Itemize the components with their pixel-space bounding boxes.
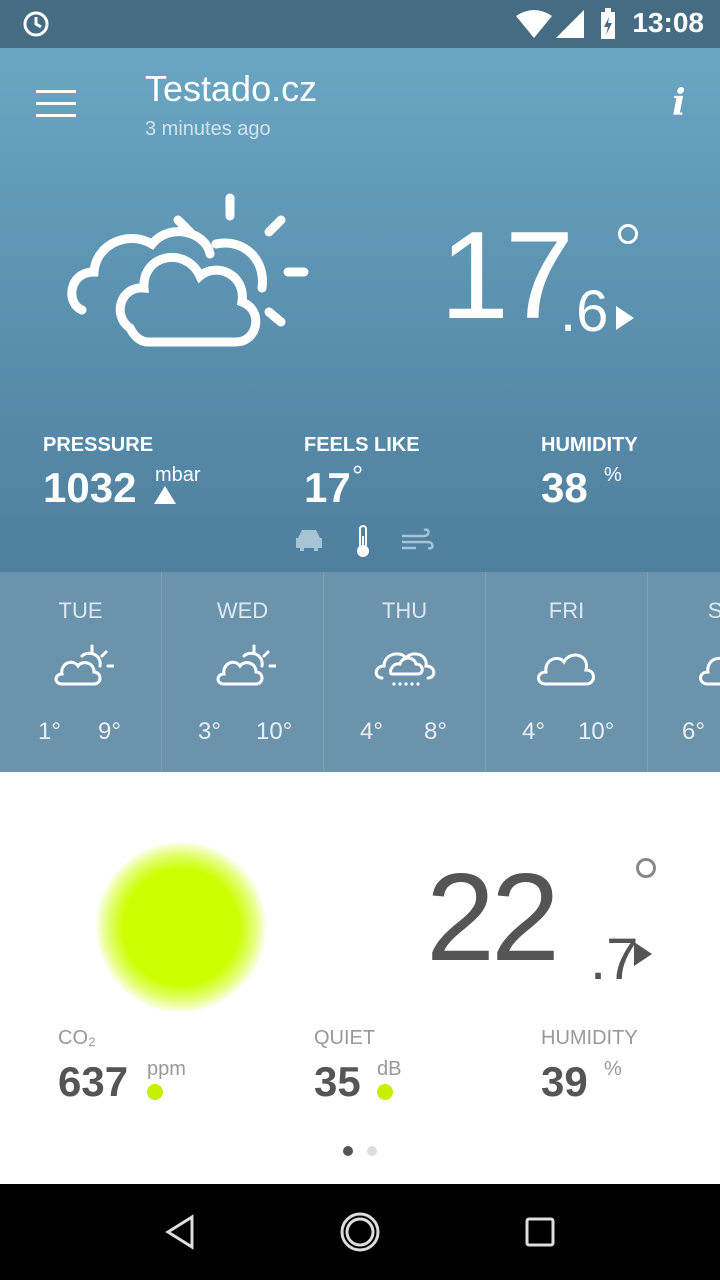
low-temp: 3° [198,718,221,745]
degree-symbol [636,858,656,878]
co2-label: CO₂ [58,1027,96,1049]
indoor-temperature-decimal: .7 [590,927,639,992]
degree-symbol [618,224,638,244]
outdoor-temperature: 17 [440,207,574,345]
back-icon[interactable] [164,1214,196,1250]
feels-like-value: 17 [304,464,351,511]
wifi-icon [516,10,552,38]
recents-icon[interactable] [524,1216,556,1248]
humidity-unit: % [604,464,622,486]
feels-like-unit: ° [352,460,364,491]
pressure-value: 1032 [43,464,137,511]
last-updated: 3 minutes ago [145,118,271,140]
info-icon[interactable]: i [672,82,686,124]
noise-status-dot [377,1084,393,1100]
cloud-icon [699,656,720,686]
car-icon[interactable] [294,528,324,552]
humidity-value: 38 [541,464,588,511]
low-temp: 6° [682,718,705,745]
partly-cloudy-icon [67,193,309,347]
low-temp: 4° [360,718,383,745]
navigation-bar [0,1184,720,1280]
battery-icon [601,8,615,39]
forecast-day[interactable]: SAT 6° [648,572,720,772]
co2-value: 637 [58,1058,129,1105]
indoor-temperature: 22 [426,849,560,987]
pressure-label: PRESSURE [43,434,154,456]
day-label: FRI [548,598,585,623]
low-temp: 1° [38,718,61,745]
partly-cloudy-icon [216,644,276,686]
thermometer-icon[interactable] [354,524,372,558]
signal-icon [556,10,584,38]
day-label: TUE [58,598,103,623]
forecast-day[interactable]: FRI 4° 10° [486,572,648,772]
cloud-drizzle-icon [374,652,436,686]
outdoor-temperature-decimal: .6 [560,279,609,344]
high-temp: 8° [424,718,447,745]
day-label: SAT [707,598,720,623]
co2-unit: ppm [147,1058,186,1080]
day-label: THU [381,598,428,623]
high-temp: 10° [578,718,615,745]
cloud-icon [537,653,595,686]
forecast-strip[interactable]: TUE 1° 9° WED 3° 10° THU 4° 8° FRI 4° 10… [0,572,720,772]
wind-icon[interactable] [400,528,434,552]
station-name: Testado.cz [145,68,318,109]
low-temp: 4° [522,718,545,745]
day-label: WED [216,598,269,623]
menu-icon[interactable] [36,90,76,120]
indoor-panel: 22 .7 CO₂ 637 ppm QUIET 35 dB HUMIDITY 3… [0,772,720,1184]
feels-like-label: FEELS LIKE [304,434,420,456]
trend-arrow-icon [616,306,634,330]
noise-unit: dB [377,1058,402,1080]
forecast-day[interactable]: WED 3° 10° [162,572,324,772]
page-indicator[interactable] [367,1146,377,1156]
indoor-humidity-label: HUMIDITY [541,1027,638,1049]
status-bar: 13:08 [0,0,720,48]
forecast-day[interactable]: THU 4° 8° [324,572,486,772]
trend-arrow-icon [634,942,652,966]
air-quality-indicator [96,842,266,1012]
high-temp: 10° [256,718,293,745]
alarm-icon [23,11,49,37]
page-indicator-active[interactable] [343,1146,353,1156]
indoor-humidity-unit: % [604,1058,622,1080]
humidity-label: HUMIDITY [541,434,638,456]
clock: 13:08 [632,7,704,38]
home-icon[interactable] [338,1210,382,1254]
pressure-up-icon [154,486,176,504]
co2-status-dot [147,1084,163,1100]
noise-value: 35 [314,1058,361,1105]
forecast-day[interactable]: TUE 1° 9° [0,572,162,772]
pressure-unit: mbar [155,464,201,486]
indoor-humidity-value: 39 [541,1058,588,1105]
noise-label: QUIET [314,1027,376,1049]
high-temp: 9° [98,718,121,745]
outdoor-panel: Testado.cz 3 minutes ago i 17 .6 PRESSUR… [0,48,720,572]
partly-cloudy-icon [54,644,114,686]
